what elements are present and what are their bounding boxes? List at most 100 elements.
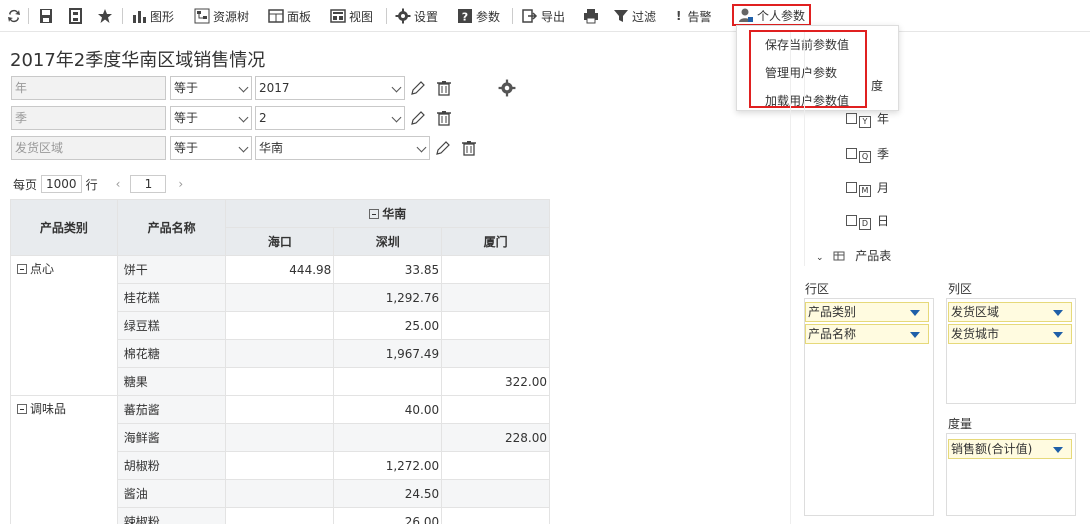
filter-value-region[interactable]: 华南 [255, 136, 430, 160]
tree-item-year[interactable]: Y年 [846, 110, 889, 128]
value-cell: 24.50 [333, 479, 443, 508]
filter-field-year[interactable]: 年 [11, 76, 166, 100]
view-label: 视图 [349, 9, 374, 24]
collapse-icon[interactable] [369, 209, 380, 219]
delete-filter-region-icon[interactable] [461, 140, 477, 156]
value-cell [225, 451, 335, 480]
filter-value-year[interactable]: 2017 [255, 76, 405, 100]
data-table: 产品类别 产品名称 华南 海口 深圳 厦门 点心 饼干 444.98 33.85 桂花糕… [10, 199, 550, 524]
product-name-cell: 酱油 [116, 479, 227, 508]
delete-filter-quarter-icon[interactable] [436, 110, 452, 126]
export-button[interactable]: 导出 [522, 6, 565, 26]
caret-down-icon[interactable] [910, 310, 920, 316]
personal-params-button[interactable]: 个人参数 [732, 4, 812, 26]
value-cell: 1,272.00 [333, 451, 443, 480]
collapse-icon[interactable] [17, 404, 27, 414]
caret-down-icon[interactable] [910, 332, 920, 338]
refresh-icon [8, 9, 20, 23]
checkbox[interactable] [846, 182, 857, 193]
export-label: 导出 [541, 9, 566, 24]
save-button[interactable] [38, 6, 57, 26]
panel-button[interactable]: 面板 [268, 6, 311, 26]
category-cell[interactable]: 点心 [10, 255, 118, 396]
edit-filter-year-icon[interactable] [410, 80, 426, 96]
tree-item-day[interactable]: D日 [846, 212, 889, 230]
product-name-cell: 海鲜酱 [116, 423, 227, 452]
tree-item-product-table[interactable]: ⌄ 产品表 [816, 247, 891, 264]
view-button[interactable]: 视图 [330, 6, 373, 26]
caret-down-icon[interactable] [1053, 332, 1063, 338]
header-category[interactable]: 产品类别 [10, 199, 118, 256]
page-input[interactable]: 1 [130, 175, 167, 193]
checkbox[interactable] [846, 215, 857, 226]
caret-down-icon[interactable] [1053, 447, 1063, 453]
edit-filter-region-icon[interactable] [435, 140, 451, 156]
tree-item-quarter[interactable]: Q季 [846, 145, 889, 163]
graph-button[interactable]: 图形 [131, 6, 174, 26]
chip-label: 产品名称 [808, 327, 857, 341]
favorite-button[interactable] [97, 6, 116, 26]
header-city[interactable]: 海口 [225, 227, 335, 256]
printer-icon [584, 9, 598, 24]
delete-filter-year-icon[interactable] [436, 80, 452, 96]
alert-button[interactable]: ! 告警 [676, 6, 712, 26]
gear-icon[interactable] [498, 79, 516, 97]
value-cell: 228.00 [441, 423, 550, 452]
personal-params-label: 个人参数 [757, 8, 806, 23]
filter-op-label: 等于 [174, 141, 199, 155]
filter-field-quarter[interactable]: 季 [11, 106, 166, 130]
filter-field-region[interactable]: 发货区域 [11, 136, 166, 160]
page-title: 2017年2季度华南区域销售情况 [10, 50, 266, 71]
row-chip[interactable]: 产品类别 [805, 302, 929, 322]
header-city[interactable]: 深圳 [333, 227, 443, 256]
row-chip[interactable]: 产品名称 [805, 324, 929, 344]
tree-item-month[interactable]: M月 [846, 179, 889, 197]
filter-op-year[interactable]: 等于 [170, 76, 252, 100]
category-cell[interactable]: 调味品 [10, 395, 118, 524]
edit-filter-quarter-icon[interactable] [410, 110, 426, 126]
checkbox[interactable] [846, 113, 857, 124]
chip-label: 销售额(合计值) [951, 442, 1033, 456]
date-day-icon: D [859, 218, 871, 230]
resource-tree-button[interactable]: 资源树 [194, 6, 249, 26]
filter-label: 过滤 [632, 9, 657, 24]
col-chip[interactable]: 发货城市 [948, 324, 1072, 344]
collapse-icon[interactable] [17, 264, 27, 274]
tree-item-label: 产品表 [855, 249, 892, 263]
per-page-input[interactable]: 1000 [41, 175, 82, 193]
checkbox[interactable] [846, 148, 857, 159]
settings-button[interactable]: 设置 [395, 6, 438, 26]
prev-page-icon[interactable]: ‹ [116, 177, 121, 191]
col-chip[interactable]: 发货区域 [948, 302, 1072, 322]
save-as-button[interactable] [68, 6, 87, 26]
header-name[interactable]: 产品名称 [116, 199, 227, 256]
filter-op-region[interactable]: 等于 [170, 136, 252, 160]
value-cell [441, 339, 550, 368]
chip-label: 发货区域 [951, 305, 1000, 319]
header-region[interactable]: 华南 [225, 199, 550, 228]
filter-button[interactable]: 过滤 [613, 6, 656, 26]
date-year-icon: Y [859, 116, 871, 128]
filter-op-quarter[interactable]: 等于 [170, 106, 252, 130]
value-cell [333, 423, 443, 452]
next-page-icon[interactable]: › [178, 177, 183, 191]
filter-value-quarter[interactable]: 2 [255, 106, 405, 130]
rows-label: 行 [85, 177, 98, 192]
print-button[interactable] [583, 6, 602, 26]
product-name-cell: 辣椒粉 [116, 507, 227, 524]
value-cell: 26.00 [333, 507, 443, 524]
header-city[interactable]: 厦门 [441, 227, 550, 256]
chevron-down-icon[interactable]: ⌄ [816, 253, 824, 263]
filter-value-label: 2 [259, 111, 267, 125]
value-cell [225, 283, 335, 312]
product-name-cell: 糖果 [116, 367, 227, 396]
per-page-label: 每页 [13, 177, 38, 192]
value-cell [441, 311, 550, 340]
refresh-button[interactable] [6, 6, 25, 26]
params-button[interactable]: ? 参数 [457, 6, 500, 26]
export-icon [522, 9, 538, 23]
measure-chip[interactable]: 销售额(合计值) [948, 439, 1072, 459]
caret-down-icon[interactable] [1053, 310, 1063, 316]
value-cell: 1,292.76 [333, 283, 443, 312]
table-row: 调味品 蕃茄酱 40.00 [10, 395, 550, 524]
